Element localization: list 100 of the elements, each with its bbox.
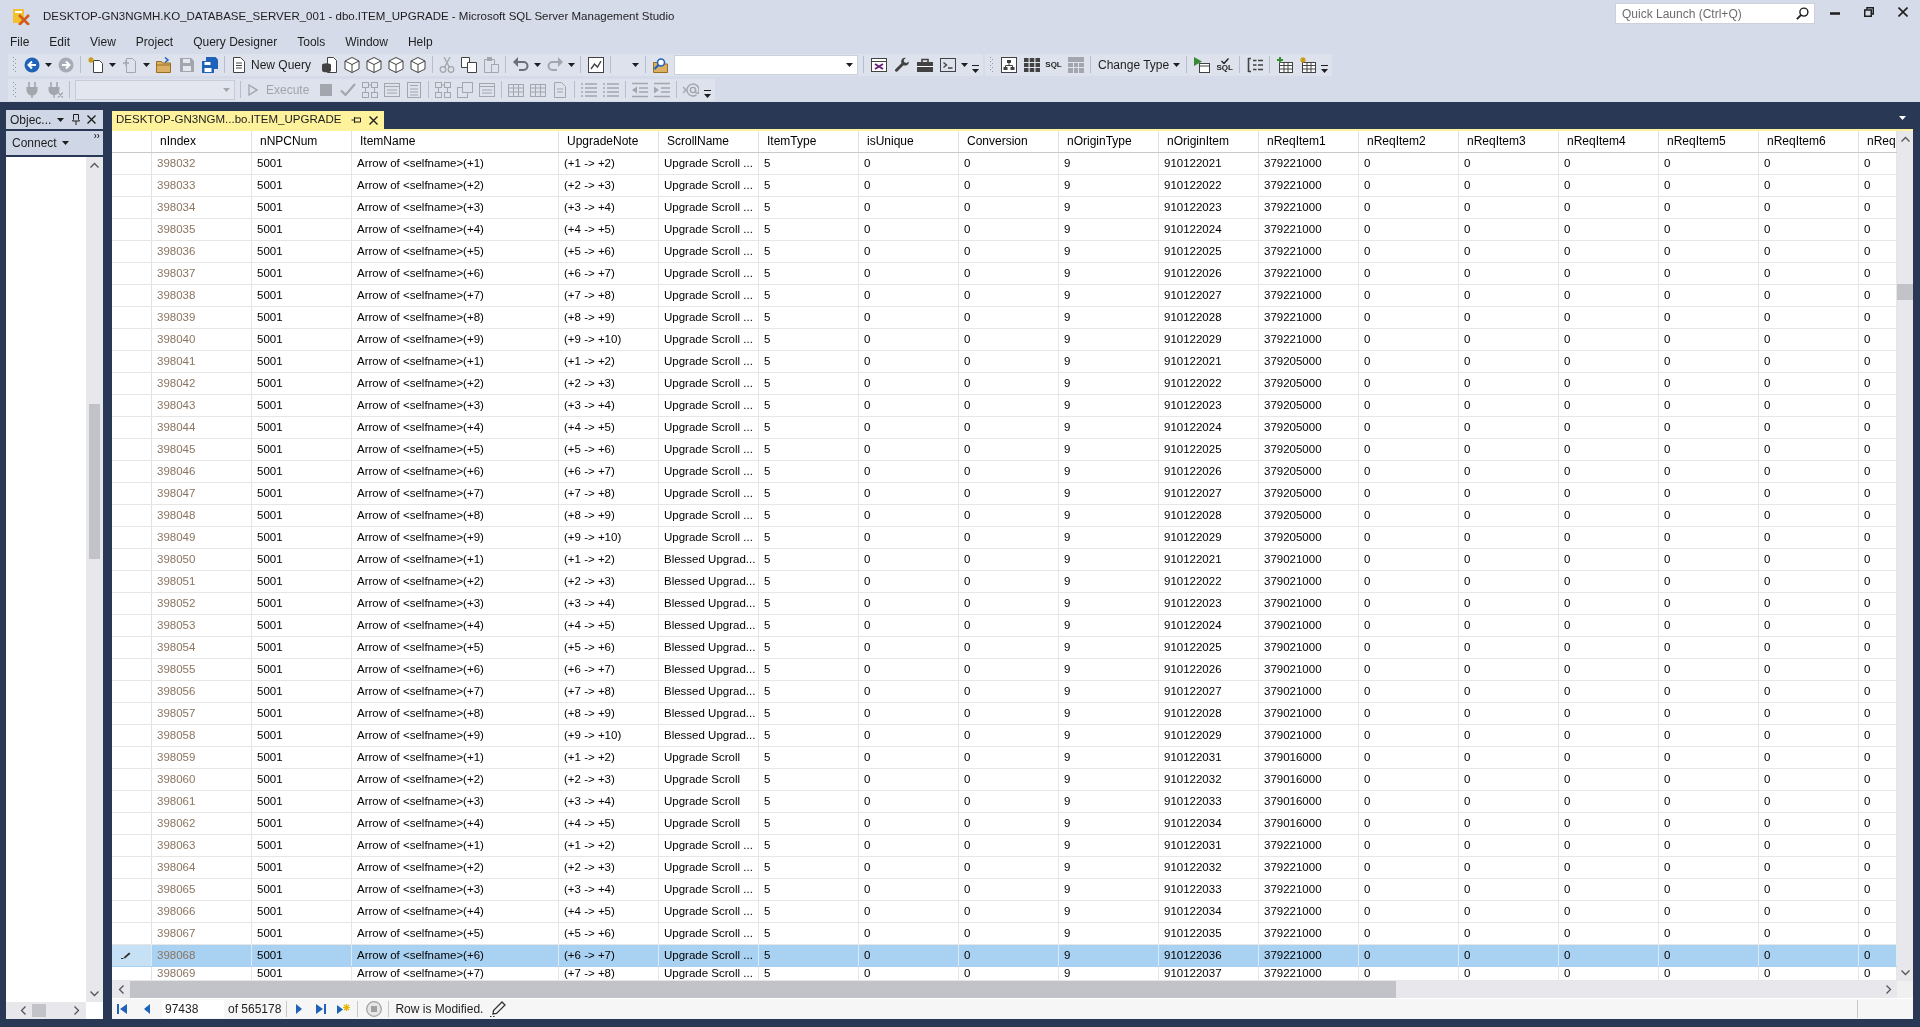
caret-icon[interactable] [534,62,542,67]
document-tab[interactable]: DESKTOP-GN3NGM...bo.ITEM_UPGRADE [112,111,385,129]
copy-icon[interactable] [461,56,478,73]
menu-item[interactable]: Window [335,33,398,50]
table-row[interactable]: 398037 5001 Arrow of <selfname>(+6) (+6 -> +7) Upgrade Scroll ... 5 0 0 9 910122026 379221000 0 0 0 0 0 0 [112,263,1897,285]
scrollbar-thumb[interactable] [89,404,100,559]
table-row[interactable]: 398058 5001 Arrow of <selfname>(+9) (+9 -> +10) Blessed Upgrad... 5 0 0 9 910122029 379021000 0 0 0 0 0 0 [112,725,1897,747]
table-row[interactable]: 398035 5001 Arrow of <selfname>(+4) (+4 -> +5) Upgrade Scroll ... 5 0 0 9 910122024 379221000 0 0 0 0 0 0 [112,219,1897,241]
overflow-icon[interactable] [972,64,980,73]
pin-icon[interactable] [351,116,363,124]
table-row[interactable]: 398044 5001 Arrow of <selfname>(+4) (+4 -> +5) Upgrade Scroll ... 5 0 0 9 910122024 379205000 0 0 0 0 0 0 [112,417,1897,439]
clipboard-icon[interactable] [483,56,500,73]
next-record-icon[interactable] [295,1003,304,1015]
column-header[interactable]: nReqItem3 [1459,131,1559,152]
table-row[interactable]: 398063 5001 Arrow of <selfname>(+1) (+1 -> +2) Upgrade Scroll ... 5 0 0 9 910122031 379221000 0 0 0 0 0 0 [112,835,1897,857]
table-row[interactable]: 398056 5001 Arrow of <selfname>(+7) (+7 -> +8) Blessed Upgrad... 5 0 0 9 910122027 379021000 0 0 0 0 0 0 [112,681,1897,703]
table-row[interactable]: 398039 5001 Arrow of <selfname>(+8) (+8 -> +9) Upgrade Scroll ... 5 0 0 9 910122028 379221000 0 0 0 0 0 0 [112,307,1897,329]
close-icon[interactable] [87,115,97,124]
previous-record-icon[interactable] [143,1003,151,1015]
table-row[interactable]: 398048 5001 Arrow of <selfname>(+8) (+8 -> +9) Upgrade Scroll ... 5 0 0 9 910122028 379205000 0 0 0 0 0 0 [112,505,1897,527]
scroll-right-icon[interactable] [74,1006,80,1015]
menu-item[interactable]: Help [397,33,443,50]
grip-icon[interactable] [12,82,16,97]
scrollbar-thumb[interactable] [130,981,1396,998]
scroll-up-icon[interactable] [1900,136,1910,142]
table-row[interactable]: 398036 5001 Arrow of <selfname>(+5) (+5 -> +6) Upgrade Scroll ... 5 0 0 9 910122025 379221000 0 0 0 0 0 0 [112,241,1897,263]
caret-icon[interactable] [57,117,65,122]
new-document-icon[interactable] [87,56,104,73]
app-window-icon[interactable] [870,56,887,73]
caret-icon[interactable] [632,62,640,67]
database-document-icon[interactable] [321,56,338,73]
overflow-icon[interactable] [1321,64,1329,73]
scroll-left-icon[interactable] [118,985,124,994]
caret-icon[interactable] [143,62,150,67]
table-row[interactable]: 398047 5001 Arrow of <selfname>(+7) (+7 -> +8) Upgrade Scroll ... 5 0 0 9 910122027 379205000 0 0 0 0 0 0 [112,483,1897,505]
table-row[interactable]: 398041 5001 Arrow of <selfname>(+1) (+1 -> +2) Upgrade Scroll ... 5 0 0 9 910122021 379205000 0 0 0 0 0 0 [112,351,1897,373]
caret-icon[interactable] [1899,116,1906,120]
scrollbar[interactable] [1897,131,1913,981]
table-row[interactable]: 398069 5001 Arrow of <selfname>(+7) (+7 -> +8) Upgrade Scroll ... 5 0 0 9 910122037 379221000 0 0 0 0 0 0 [112,967,1897,981]
table-row[interactable]: 398064 5001 Arrow of <selfname>(+2) (+2 -> +3) Upgrade Scroll ... 5 0 0 9 910122032 379221000 0 0 0 0 0 0 [112,857,1897,879]
scroll-down-icon[interactable] [90,991,99,997]
table-row[interactable]: 398054 5001 Arrow of <selfname>(+5) (+5 -> +6) Blessed Upgrad... 5 0 0 9 910122025 379021000 0 0 0 0 0 0 [112,637,1897,659]
scrollbar-thumb[interactable] [32,1004,46,1017]
scrollbar-thumb[interactable] [1897,284,1913,300]
diagram-icon[interactable] [1000,56,1017,73]
menu-item[interactable]: Project [125,33,184,50]
table-row[interactable]: 398065 5001 Arrow of <selfname>(+3) (+3 -> +4) Upgrade Scroll ... 5 0 0 9 910122033 379221000 0 0 0 0 0 0 [112,879,1897,901]
table-row[interactable]: 398032 5001 Arrow of <selfname>(+1) (+1 -> +2) Upgrade Scroll ... 5 0 0 9 910122021 379221000 0 0 0 0 0 0 [112,153,1897,175]
first-record-icon[interactable] [116,1003,128,1015]
combo-field[interactable] [674,54,859,75]
change-type-button[interactable]: Change Type [1094,53,1184,76]
table-row[interactable]: 398061 5001 Arrow of <selfname>(+3) (+3 -> +4) Upgrade Scroll 5 0 0 9 910122033 379016000 0 0 0 0 0 0 [112,791,1897,813]
menu-item[interactable]: Tools [287,33,336,50]
scrollbar[interactable] [112,981,1913,998]
column-header[interactable]: nNPCNum [252,131,352,152]
caret-icon[interactable] [846,62,854,67]
column-header[interactable]: nOriginType [1059,131,1159,152]
grid-icon[interactable] [1023,56,1040,73]
table-row[interactable]: 398059 5001 Arrow of <selfname>(+1) (+1 -> +2) Upgrade Scroll 5 0 0 9 910122031 379016000 0 0 0 0 0 0 [112,747,1897,769]
column-header[interactable]: nReqItem1 [1259,131,1359,152]
column-header[interactable]: UpgradeNote [559,131,659,152]
column-header[interactable]: nReqItem5 [1659,131,1759,152]
table-row[interactable]: 398045 5001 Arrow of <selfname>(+5) (+5 -> +6) Upgrade Scroll ... 5 0 0 9 910122025 379205000 0 0 0 0 0 0 [112,439,1897,461]
column-header[interactable]: nReqItem6 [1759,131,1859,152]
table-row[interactable]: 398050 5001 Arrow of <selfname>(+1) (+1 -> +2) Blessed Upgrad... 5 0 0 9 910122021 379021000 0 0 0 0 0 0 [112,549,1897,571]
list-icon[interactable] [1246,56,1263,73]
caret-icon[interactable] [45,62,52,67]
scrollbar[interactable] [6,1002,86,1019]
menu-item[interactable]: Query Designer [183,33,288,50]
column-header[interactable]: nOriginItem [1159,131,1259,152]
column-header[interactable]: nReqItem2 [1359,131,1459,152]
column-header[interactable]: ScrollName [659,131,759,152]
new-query-button[interactable]: New Query [228,53,319,76]
column-header[interactable]: Conversion [959,131,1059,152]
table-row[interactable]: 398046 5001 Arrow of <selfname>(+6) (+6 -> +7) Upgrade Scroll ... 5 0 0 9 910122026 379205000 0 0 0 0 0 0 [112,461,1897,483]
table-row[interactable]: 398067 5001 Arrow of <selfname>(+5) (+5 -> +6) Upgrade Scroll ... 5 0 0 9 910122035 379221000 0 0 0 0 0 0 [112,923,1897,945]
table-row[interactable]: 398042 5001 Arrow of <selfname>(+2) (+2 -> +3) Upgrade Scroll ... 5 0 0 9 910122022 379205000 0 0 0 0 0 0 [112,373,1897,395]
sql-check-button[interactable]: SQL [1213,53,1237,76]
table-row[interactable]: 398038 5001 Arrow of <selfname>(+7) (+7 -> +8) Upgrade Scroll ... 5 0 0 9 910122027 379221000 0 0 0 0 0 0 [112,285,1897,307]
folder-search-icon[interactable] [652,56,669,73]
table-new-icon[interactable] [1299,56,1316,73]
table-row[interactable]: 398060 5001 Arrow of <selfname>(+2) (+2 -> +3) Upgrade Scroll 5 0 0 9 910122032 379016000 0 0 0 0 0 0 [112,769,1897,791]
last-record-icon[interactable] [315,1003,328,1015]
table-row[interactable]: 398055 5001 Arrow of <selfname>(+6) (+6 -> +7) Blessed Upgrad... 5 0 0 9 910122026 379021000 0 0 0 0 0 0 [112,659,1897,681]
scroll-right-icon[interactable] [1886,985,1892,994]
cube-icon[interactable] [410,56,427,73]
column-header[interactable]: ItemName [352,131,559,152]
close-icon[interactable] [1898,7,1908,17]
scroll-up-icon[interactable] [90,162,99,168]
new-record-icon[interactable] [336,1003,351,1015]
column-header[interactable]: nReqItem4 [1559,131,1659,152]
cube-icon[interactable] [388,56,405,73]
menu-item[interactable]: View [80,33,126,50]
search-icon[interactable] [1796,7,1809,20]
save-all-icon[interactable] [201,56,218,73]
menu-item[interactable]: File [0,33,40,50]
menu-item[interactable]: Edit [39,33,81,50]
table-row[interactable]: 398033 5001 Arrow of <selfname>(+2) (+2 -> +3) Upgrade Scroll ... 5 0 0 9 910122022 379221000 0 0 0 0 0 0 [112,175,1897,197]
sql-button[interactable]: SQL [1043,53,1065,76]
checkmark-icon[interactable] [340,81,357,98]
